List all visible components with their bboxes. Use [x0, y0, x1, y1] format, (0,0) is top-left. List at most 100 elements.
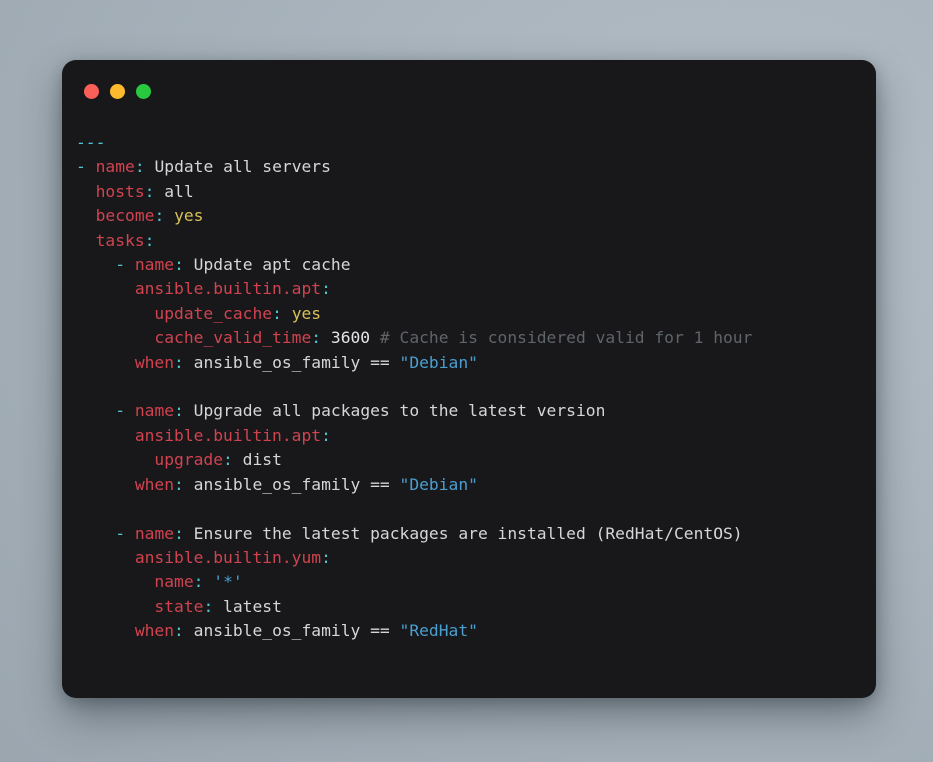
code-token-punct: : — [174, 474, 184, 494]
code-token-str: "Debian" — [399, 474, 478, 494]
code-token-key: name — [134, 401, 175, 421]
code-line: when: ansible_os_family == "Debian" — [76, 351, 862, 375]
code-token-text: latest — [213, 596, 282, 616]
code-token-punct: : — [174, 352, 184, 372]
code-token-key: upgrade — [154, 450, 224, 470]
code-token-punct: : — [144, 181, 155, 201]
code-line: ansible.builtin.yum: — [76, 546, 862, 570]
code-line: ansible.builtin.apt: — [76, 424, 862, 448]
code-line: when: ansible_os_family == "RedHat" — [76, 619, 862, 643]
code-token-key: ansible.builtin.apt — [134, 425, 322, 445]
code-line: state: latest — [76, 595, 862, 619]
code-line: cache_valid_time: 3600 # Cache is consid… — [76, 326, 862, 350]
code-token-num: 3600 — [330, 328, 371, 348]
code-token-punct: - — [115, 255, 126, 275]
code-token-key: name — [134, 523, 175, 543]
code-token-punct: : — [193, 572, 204, 592]
code-token-key: tasks — [95, 230, 145, 250]
code-token-punct: : — [321, 279, 331, 299]
code-line: update_cache: yes — [76, 302, 862, 326]
code-token-key: when — [134, 621, 175, 641]
code-token-text: ansible_os_family == — [183, 352, 400, 372]
code-token-punct: : — [203, 596, 214, 616]
code-token-str: "RedHat" — [399, 621, 478, 641]
close-button[interactable] — [84, 83, 99, 99]
code-token-punct: - — [76, 157, 86, 177]
code-line: tasks: — [76, 229, 862, 253]
code-token-text: Update all servers — [144, 157, 331, 177]
code-line: when: ansible_os_family == "Debian" — [76, 473, 862, 497]
code-token-punct: : — [174, 255, 184, 275]
code-token-bool: yes — [291, 303, 322, 323]
code-viewport[interactable]: --- - name: Update all servers hosts: al… — [62, 122, 876, 698]
code-line: name: '*' — [76, 570, 862, 594]
code-block[interactable]: --- - name: Update all servers hosts: al… — [62, 131, 876, 644]
code-token-key: when — [134, 474, 175, 494]
code-token-punct: : — [272, 303, 282, 323]
code-token-key: cache_valid_time — [154, 328, 312, 348]
code-token-text: dist — [232, 450, 282, 470]
code-token-str: "Debian" — [399, 352, 478, 372]
code-token-punct: : — [154, 206, 165, 226]
code-token-punct: : — [321, 425, 331, 445]
code-token-key: ansible.builtin.yum — [134, 547, 322, 567]
code-token-key: hosts — [95, 181, 145, 201]
code-token-key: name — [95, 157, 135, 177]
code-token-text: ansible_os_family == — [183, 621, 400, 641]
code-token-key: when — [134, 352, 175, 372]
window-titlebar[interactable] — [62, 60, 876, 122]
code-token-punct: : — [321, 547, 331, 567]
code-token-punct: : — [174, 401, 184, 421]
code-line: - name: Update all servers — [76, 155, 862, 179]
code-token-punct: : — [144, 230, 155, 250]
code-line: --- — [76, 131, 862, 155]
code-token-key: update_cache — [154, 303, 273, 323]
code-token-bool: yes — [174, 206, 204, 226]
code-line: - name: Ensure the latest packages are i… — [76, 522, 862, 546]
code-line: - name: Upgrade all packages to the late… — [76, 399, 862, 423]
minimize-button[interactable] — [110, 83, 125, 99]
terminal-window: --- - name: Update all servers hosts: al… — [62, 60, 876, 698]
code-token-punct: : — [223, 450, 233, 470]
code-token-comment: # Cache is considered valid for 1 hour — [379, 328, 753, 348]
code-token-punct: --- — [76, 133, 106, 152]
code-token-text: Update apt cache — [183, 255, 351, 275]
code-token-text: all — [154, 181, 194, 201]
code-line: hosts: all — [76, 180, 862, 204]
code-token-key: become — [95, 206, 155, 226]
zoom-button[interactable] — [136, 83, 151, 99]
code-token-key: name — [154, 572, 194, 592]
code-token-punct: - — [115, 523, 126, 543]
code-line: - name: Update apt cache — [76, 253, 862, 277]
code-token-punct: - — [115, 401, 126, 421]
code-line: become: yes — [76, 204, 862, 228]
code-token-punct: : — [311, 328, 322, 348]
code-token-punct: : — [134, 157, 145, 177]
code-line: ansible.builtin.apt: — [76, 277, 862, 301]
code-token-key: state — [154, 596, 204, 616]
code-token-punct: : — [174, 621, 184, 641]
